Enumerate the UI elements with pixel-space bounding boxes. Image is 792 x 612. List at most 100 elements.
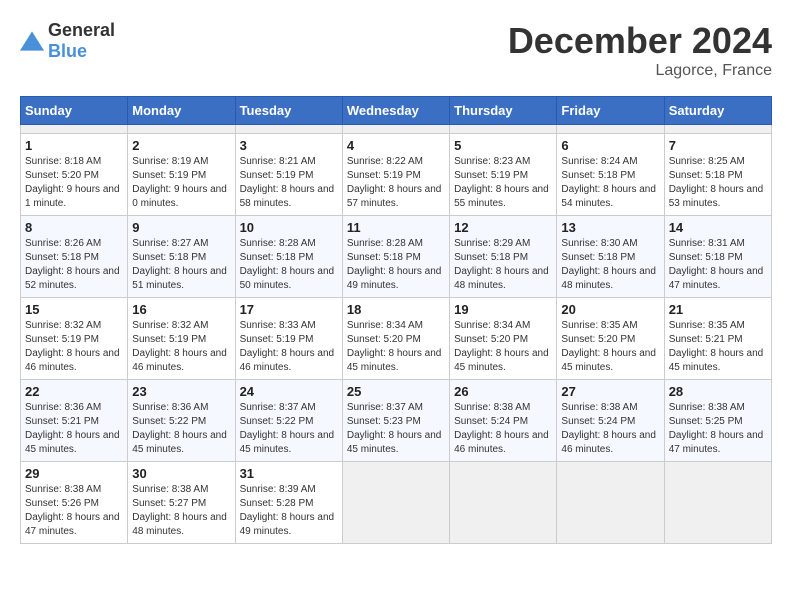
calendar-cell-1: [128, 125, 235, 134]
day-info: Sunrise: 8:33 AM Sunset: 5:19 PM Dayligh…: [240, 319, 338, 375]
day-number: 9: [132, 220, 230, 235]
day-header-sunday: Sunday: [21, 97, 128, 125]
day-number: 12: [454, 220, 552, 235]
calendar-cell-20: 14 Sunrise: 8:31 AM Sunset: 5:18 PM Dayl…: [664, 216, 771, 298]
title-area: December 2024 Lagorce, France: [508, 20, 772, 80]
calendar-cell-31: 25 Sunrise: 8:37 AM Sunset: 5:23 PM Dayl…: [342, 380, 449, 462]
day-number: 16: [132, 302, 230, 317]
day-info: Sunrise: 8:37 AM Sunset: 5:22 PM Dayligh…: [240, 401, 338, 457]
calendar-cell-15: 9 Sunrise: 8:27 AM Sunset: 5:18 PM Dayli…: [128, 216, 235, 298]
calendar-cell-7: 1 Sunrise: 8:18 AM Sunset: 5:20 PM Dayli…: [21, 134, 128, 216]
logo-text-blue: Blue: [48, 41, 87, 61]
calendar-table: SundayMondayTuesdayWednesdayThursdayFrid…: [20, 96, 772, 544]
day-info: Sunrise: 8:38 AM Sunset: 5:27 PM Dayligh…: [132, 483, 230, 539]
calendar-cell-5: [557, 125, 664, 134]
day-info: Sunrise: 8:22 AM Sunset: 5:19 PM Dayligh…: [347, 155, 445, 211]
day-number: 5: [454, 138, 552, 153]
day-info: Sunrise: 8:34 AM Sunset: 5:20 PM Dayligh…: [347, 319, 445, 375]
day-info: Sunrise: 8:21 AM Sunset: 5:19 PM Dayligh…: [240, 155, 338, 211]
calendar-cell-25: 19 Sunrise: 8:34 AM Sunset: 5:20 PM Dayl…: [450, 298, 557, 380]
calendar-cell-37: 31 Sunrise: 8:39 AM Sunset: 5:28 PM Dayl…: [235, 462, 342, 544]
calendar-cell-24: 18 Sunrise: 8:34 AM Sunset: 5:20 PM Dayl…: [342, 298, 449, 380]
calendar-cell-6: [664, 125, 771, 134]
day-number: 3: [240, 138, 338, 153]
calendar-row-1: 1 Sunrise: 8:18 AM Sunset: 5:20 PM Dayli…: [21, 134, 772, 216]
day-info: Sunrise: 8:32 AM Sunset: 5:19 PM Dayligh…: [25, 319, 123, 375]
day-info: Sunrise: 8:38 AM Sunset: 5:26 PM Dayligh…: [25, 483, 123, 539]
calendar-cell-8: 2 Sunrise: 8:19 AM Sunset: 5:19 PM Dayli…: [128, 134, 235, 216]
day-info: Sunrise: 8:28 AM Sunset: 5:18 PM Dayligh…: [240, 237, 338, 293]
day-number: 24: [240, 384, 338, 399]
calendar-row-3: 15 Sunrise: 8:32 AM Sunset: 5:19 PM Dayl…: [21, 298, 772, 380]
day-header-friday: Friday: [557, 97, 664, 125]
calendar-row-0: [21, 125, 772, 134]
day-number: 25: [347, 384, 445, 399]
day-info: Sunrise: 8:38 AM Sunset: 5:25 PM Dayligh…: [669, 401, 767, 457]
day-number: 29: [25, 466, 123, 481]
day-number: 27: [561, 384, 659, 399]
day-info: Sunrise: 8:27 AM Sunset: 5:18 PM Dayligh…: [132, 237, 230, 293]
calendar-cell-34: 28 Sunrise: 8:38 AM Sunset: 5:25 PM Dayl…: [664, 380, 771, 462]
days-header-row: SundayMondayTuesdayWednesdayThursdayFrid…: [21, 97, 772, 125]
day-number: 18: [347, 302, 445, 317]
day-number: 26: [454, 384, 552, 399]
logo-text-general: General: [48, 20, 115, 40]
day-info: Sunrise: 8:38 AM Sunset: 5:24 PM Dayligh…: [561, 401, 659, 457]
location-title: Lagorce, France: [508, 62, 772, 80]
header: General Blue December 2024 Lagorce, Fran…: [20, 20, 772, 80]
calendar-cell-23: 17 Sunrise: 8:33 AM Sunset: 5:19 PM Dayl…: [235, 298, 342, 380]
calendar-cell-9: 3 Sunrise: 8:21 AM Sunset: 5:19 PM Dayli…: [235, 134, 342, 216]
day-number: 19: [454, 302, 552, 317]
calendar-cell-38: [342, 462, 449, 544]
calendar-cell-22: 16 Sunrise: 8:32 AM Sunset: 5:19 PM Dayl…: [128, 298, 235, 380]
day-number: 7: [669, 138, 767, 153]
calendar-cell-17: 11 Sunrise: 8:28 AM Sunset: 5:18 PM Dayl…: [342, 216, 449, 298]
calendar-cell-26: 20 Sunrise: 8:35 AM Sunset: 5:20 PM Dayl…: [557, 298, 664, 380]
calendar-cell-19: 13 Sunrise: 8:30 AM Sunset: 5:18 PM Dayl…: [557, 216, 664, 298]
calendar-cell-27: 21 Sunrise: 8:35 AM Sunset: 5:21 PM Dayl…: [664, 298, 771, 380]
calendar-cell-11: 5 Sunrise: 8:23 AM Sunset: 5:19 PM Dayli…: [450, 134, 557, 216]
day-number: 23: [132, 384, 230, 399]
calendar-cell-41: [664, 462, 771, 544]
calendar-cell-30: 24 Sunrise: 8:37 AM Sunset: 5:22 PM Dayl…: [235, 380, 342, 462]
calendar-cell-10: 4 Sunrise: 8:22 AM Sunset: 5:19 PM Dayli…: [342, 134, 449, 216]
day-header-thursday: Thursday: [450, 97, 557, 125]
day-info: Sunrise: 8:35 AM Sunset: 5:20 PM Dayligh…: [561, 319, 659, 375]
calendar-cell-18: 12 Sunrise: 8:29 AM Sunset: 5:18 PM Dayl…: [450, 216, 557, 298]
day-number: 13: [561, 220, 659, 235]
day-info: Sunrise: 8:35 AM Sunset: 5:21 PM Dayligh…: [669, 319, 767, 375]
day-header-wednesday: Wednesday: [342, 97, 449, 125]
day-number: 17: [240, 302, 338, 317]
calendar-row-4: 22 Sunrise: 8:36 AM Sunset: 5:21 PM Dayl…: [21, 380, 772, 462]
calendar-cell-29: 23 Sunrise: 8:36 AM Sunset: 5:22 PM Dayl…: [128, 380, 235, 462]
day-info: Sunrise: 8:36 AM Sunset: 5:22 PM Dayligh…: [132, 401, 230, 457]
calendar-row-2: 8 Sunrise: 8:26 AM Sunset: 5:18 PM Dayli…: [21, 216, 772, 298]
calendar-cell-3: [342, 125, 449, 134]
calendar-cell-0: [21, 125, 128, 134]
day-info: Sunrise: 8:19 AM Sunset: 5:19 PM Dayligh…: [132, 155, 230, 211]
calendar-cell-28: 22 Sunrise: 8:36 AM Sunset: 5:21 PM Dayl…: [21, 380, 128, 462]
logo: General Blue: [20, 20, 115, 62]
day-info: Sunrise: 8:29 AM Sunset: 5:18 PM Dayligh…: [454, 237, 552, 293]
calendar-cell-4: [450, 125, 557, 134]
logo-icon: [20, 31, 44, 51]
day-info: Sunrise: 8:31 AM Sunset: 5:18 PM Dayligh…: [669, 237, 767, 293]
day-info: Sunrise: 8:24 AM Sunset: 5:18 PM Dayligh…: [561, 155, 659, 211]
calendar-cell-12: 6 Sunrise: 8:24 AM Sunset: 5:18 PM Dayli…: [557, 134, 664, 216]
day-number: 15: [25, 302, 123, 317]
day-header-saturday: Saturday: [664, 97, 771, 125]
calendar-cell-33: 27 Sunrise: 8:38 AM Sunset: 5:24 PM Dayl…: [557, 380, 664, 462]
day-info: Sunrise: 8:36 AM Sunset: 5:21 PM Dayligh…: [25, 401, 123, 457]
day-number: 21: [669, 302, 767, 317]
day-number: 8: [25, 220, 123, 235]
calendar-cell-32: 26 Sunrise: 8:38 AM Sunset: 5:24 PM Dayl…: [450, 380, 557, 462]
calendar-cell-21: 15 Sunrise: 8:32 AM Sunset: 5:19 PM Dayl…: [21, 298, 128, 380]
day-number: 28: [669, 384, 767, 399]
calendar-cell-14: 8 Sunrise: 8:26 AM Sunset: 5:18 PM Dayli…: [21, 216, 128, 298]
day-info: Sunrise: 8:39 AM Sunset: 5:28 PM Dayligh…: [240, 483, 338, 539]
day-info: Sunrise: 8:30 AM Sunset: 5:18 PM Dayligh…: [561, 237, 659, 293]
day-info: Sunrise: 8:28 AM Sunset: 5:18 PM Dayligh…: [347, 237, 445, 293]
calendar-cell-36: 30 Sunrise: 8:38 AM Sunset: 5:27 PM Dayl…: [128, 462, 235, 544]
calendar-cell-40: [557, 462, 664, 544]
calendar-cell-2: [235, 125, 342, 134]
